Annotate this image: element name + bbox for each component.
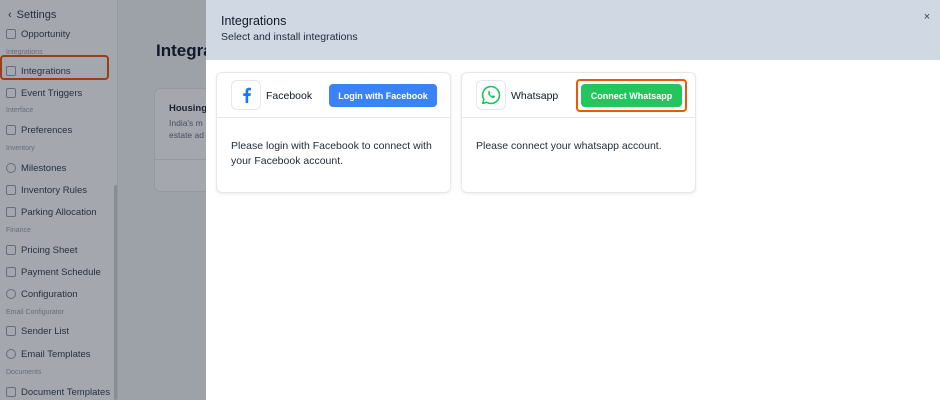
facebook-description: Please login with Facebook to connect wi…: [231, 140, 432, 167]
login-with-facebook-button[interactable]: Login with Facebook: [329, 84, 437, 107]
whatsapp-name: Whatsapp: [511, 90, 559, 102]
whatsapp-icon: [476, 80, 506, 110]
whatsapp-integration-card: Whatsapp Connect Whatsapp Please connect…: [461, 72, 696, 193]
facebook-integration-card: Facebook Login with Facebook Please logi…: [216, 72, 451, 193]
facebook-card-header: Facebook Login with Facebook: [217, 73, 450, 118]
integrations-drawer: Integrations Select and install integrat…: [206, 0, 940, 400]
modal-overlay[interactable]: [0, 0, 206, 400]
drawer-subtitle: Select and install integrations: [221, 31, 358, 43]
drawer-header: Integrations Select and install integrat…: [206, 0, 940, 60]
whatsapp-description: Please connect your whatsapp account.: [476, 140, 662, 152]
connect-whatsapp-button[interactable]: Connect Whatsapp: [581, 84, 682, 107]
close-icon[interactable]: ×: [920, 10, 934, 24]
facebook-name: Facebook: [266, 90, 313, 102]
facebook-icon: [231, 80, 261, 110]
whatsapp-card-header: Whatsapp Connect Whatsapp: [462, 73, 695, 118]
drawer-title: Integrations: [221, 14, 287, 28]
